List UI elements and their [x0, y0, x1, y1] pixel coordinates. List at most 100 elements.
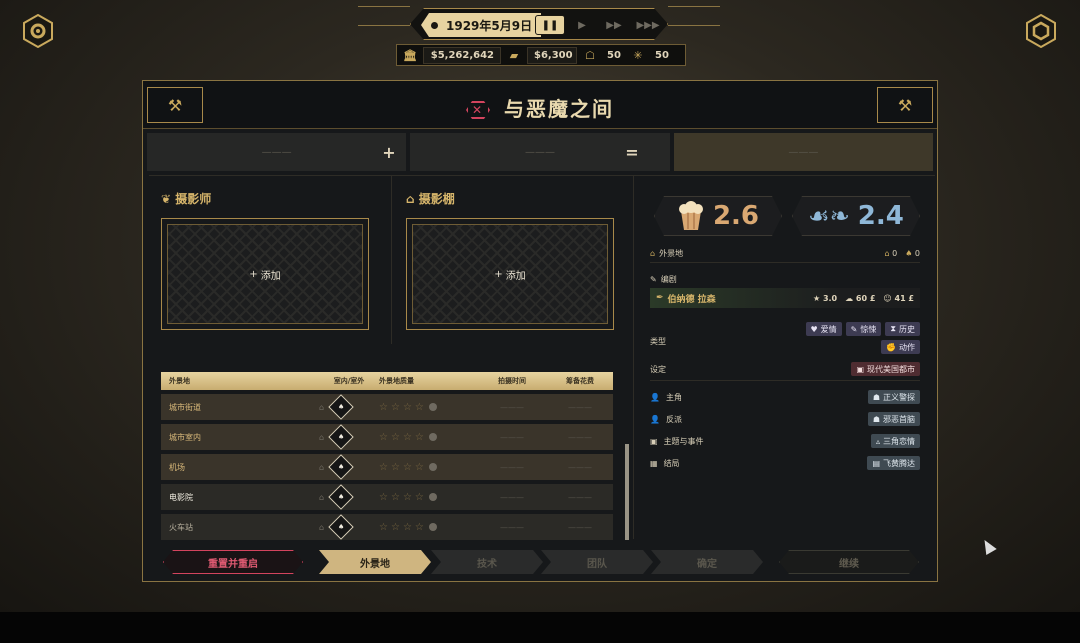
- location-table: 外景地 室内/室外 外景地质量 拍摄时间 筹备花费 城市街道 ⌂ ♠ ☆ ☆ ☆ ☆ ——— —…: [161, 372, 613, 540]
- shoot-time: ———: [500, 522, 524, 532]
- villain-person-icon: 👤: [650, 414, 660, 424]
- location-icon: ⌂: [650, 249, 656, 258]
- pause-button[interactable]: ❚❚: [535, 15, 565, 35]
- date-display: 1929年5月9日: [421, 13, 541, 37]
- genre-tag-action[interactable]: ✊ 动作: [881, 340, 920, 354]
- settings-button[interactable]: [23, 14, 53, 48]
- star-icon: ☆: [402, 461, 412, 473]
- play-button[interactable]: ▶: [573, 15, 591, 35]
- writer-salary: ☁ 60 £: [845, 293, 876, 303]
- fist-icon: ✊: [886, 342, 896, 352]
- indoor-icon: ⌂: [319, 402, 325, 412]
- step-team[interactable]: 团队: [541, 550, 653, 574]
- theme-row: ▣ 主题与事件 ▵ 三角恋情: [650, 434, 920, 448]
- star-icon: ☆: [402, 401, 412, 413]
- studio-add[interactable]: + 添加: [412, 224, 608, 324]
- fast-forward-button[interactable]: ▶▶: [603, 15, 625, 35]
- spark-value: 50: [655, 49, 669, 61]
- villain-row: 👤 反派 ☗ 邪恶首脑: [650, 412, 920, 426]
- studio-slot[interactable]: + 添加: [406, 218, 614, 330]
- col-prep-cost: 筹备花费: [566, 377, 594, 385]
- quality-stars: ☆ ☆ ☆ ☆: [379, 462, 477, 473]
- table-row[interactable]: 火车站 ⌂ ♠ ☆ ☆ ☆ ☆ ——— ———: [161, 514, 613, 540]
- star-icon: ☆: [402, 431, 412, 443]
- star-icon: ☆: [414, 521, 424, 533]
- genre-tag-thriller[interactable]: ✎ 惊悚: [845, 322, 882, 336]
- star-icon: ☆: [390, 401, 400, 413]
- triangle-icon: ▵: [875, 436, 880, 446]
- writer-card[interactable]: ✒ 伯纳德 拉森 ★ 3.0 ☁ 60 £ ☺ 41 £: [650, 288, 920, 308]
- ending-tag[interactable]: ▤ 飞黄腾达: [867, 456, 920, 470]
- genre-tag-history[interactable]: ⧗ 历史: [885, 322, 920, 336]
- menu-hex-button[interactable]: [1026, 14, 1056, 48]
- continue-button[interactable]: 继续: [779, 550, 919, 574]
- star-icon: ☆: [414, 401, 424, 413]
- lead-tag[interactable]: ☗ 正义警探: [867, 390, 920, 404]
- table-row[interactable]: 城市室内 ⌂ ♠ ☆ ☆ ☆ ☆ ——— ———: [161, 424, 613, 450]
- table-row[interactable]: 电影院 ⌂ ♠ ☆ ☆ ☆ ☆ ——— ———: [161, 484, 613, 510]
- genre-tag-romance[interactable]: ♥ 爱情: [805, 322, 842, 336]
- writer-row: ✎ 编剧: [650, 275, 677, 284]
- separator: [650, 262, 920, 263]
- photographer-slot[interactable]: + 添加: [161, 218, 369, 330]
- outdoor-count: ♠ 0: [905, 249, 920, 258]
- ending-row: ▦ 结局 ▤ 飞黄腾达: [650, 456, 920, 470]
- star-icon: ☆: [379, 431, 388, 443]
- image-icon: ▣: [856, 364, 864, 374]
- star-icon: ☆: [390, 491, 400, 503]
- studio-label: ⌂ 摄影棚: [406, 192, 455, 206]
- step-location[interactable]: 外景地: [319, 550, 431, 574]
- setting-row: 设定 ▣ 现代美国都市: [650, 362, 920, 376]
- table-row[interactable]: 机场 ⌂ ♠ ☆ ☆ ☆ ☆ ——— ———: [161, 454, 613, 480]
- plus-icon: +: [249, 268, 261, 280]
- indoor-outdoor-cell: ⌂ ♠: [319, 484, 379, 510]
- outdoor-badge: ♠: [328, 424, 354, 450]
- plus-icon: +: [494, 268, 506, 280]
- star-icon: ☆: [379, 461, 388, 473]
- detective-icon: ☗: [872, 392, 880, 402]
- camera-icon: ❦: [161, 192, 172, 206]
- close-icon[interactable]: ✕: [466, 101, 490, 119]
- prep-cost: ———: [568, 462, 592, 472]
- quality-stars: ☆ ☆ ☆ ☆: [379, 432, 477, 443]
- photographer-section: ❦ 摄影师 + 添加: [149, 176, 391, 338]
- photographer-add[interactable]: + 添加: [167, 224, 363, 324]
- star-icon: ☆: [414, 491, 424, 503]
- reset-button[interactable]: 重置并重启: [163, 550, 303, 574]
- panel-header: ⚒ ⚒ ✕ 与恶魔之间: [143, 81, 937, 129]
- step-tech[interactable]: 技术: [431, 550, 543, 574]
- tree-icon: ♠: [337, 463, 345, 471]
- date-bar-left-ornament: [358, 6, 410, 26]
- formula-slot-1: ———: [147, 133, 407, 171]
- star-icon: ☆: [379, 521, 388, 533]
- separator: [650, 380, 920, 381]
- writer-fee: ☺ 41 £: [883, 293, 914, 303]
- genre-row: 类型 ♥ 爱情 ✎ 惊悚 ⧗ 历史 ✊ 动作: [650, 322, 920, 362]
- lead-row: 👤 主角 ☗ 正义警探: [650, 390, 920, 404]
- quality-stars: ☆ ☆ ☆ ☆: [379, 522, 477, 533]
- setting-tag[interactable]: ▣ 现代美国都市: [851, 362, 920, 376]
- theme-tag[interactable]: ▵ 三角恋情: [870, 434, 920, 448]
- table-row[interactable]: 城市街道 ⌂ ♠ ☆ ☆ ☆ ☆ ——— ———: [161, 394, 613, 420]
- tree-icon: ♠: [337, 433, 345, 441]
- villain-tag[interactable]: ☗ 邪恶首脑: [867, 412, 920, 426]
- writer-stats: ★ 3.0 ☁ 60 £ ☺ 41 £: [813, 294, 914, 303]
- star-icon: ☆: [402, 491, 412, 503]
- popularity-value: 2.6: [712, 201, 760, 231]
- resource-bar: 🏛 $5,262,642 ▰ $6,300 ☖ 50 ✳ 50: [396, 44, 686, 66]
- step-confirm[interactable]: 确定: [651, 550, 763, 574]
- indoor-outdoor-cell: ⌂ ♠: [319, 514, 379, 540]
- indoor-count: ⌂ 0: [884, 249, 898, 258]
- genre-tags: ♥ 爱情 ✎ 惊悚 ⧗ 历史 ✊ 动作: [790, 322, 920, 354]
- writer-name: 伯纳德 拉森: [667, 294, 716, 305]
- date-bar-right-ornament: [668, 6, 720, 26]
- location-name: 电影院: [169, 492, 193, 502]
- gear-icon: [23, 14, 53, 48]
- star-icon: ☆: [402, 521, 412, 533]
- location-name: 城市室内: [169, 432, 201, 442]
- fastest-button[interactable]: ▶▶▶: [635, 15, 661, 35]
- indoor-outdoor-cell: ⌂ ♠: [319, 394, 379, 420]
- table-scrollbar[interactable]: [625, 444, 629, 540]
- date-bar: 1929年5月9日 ❚❚ ▶ ▶▶ ▶▶▶: [410, 8, 668, 40]
- location-summary: ⌂ 外景地 ⌂ 0 ♠ 0: [650, 249, 920, 258]
